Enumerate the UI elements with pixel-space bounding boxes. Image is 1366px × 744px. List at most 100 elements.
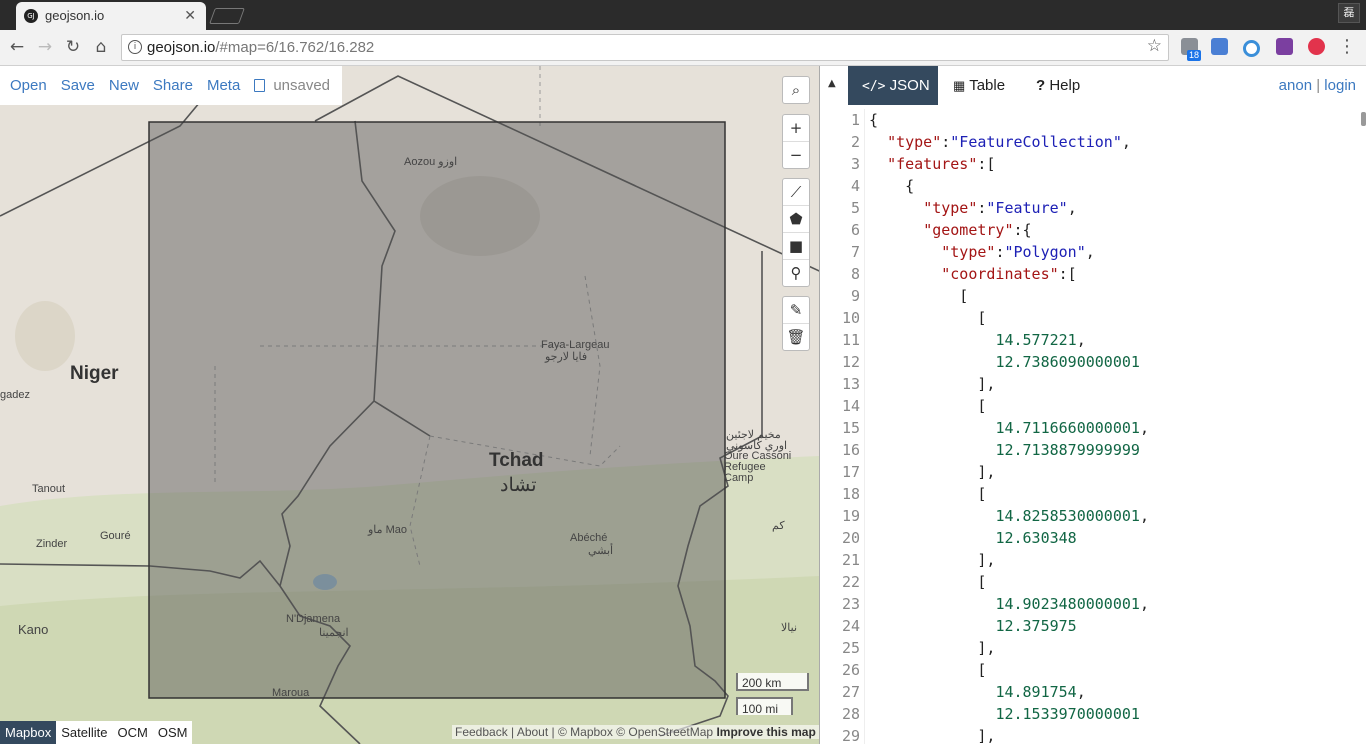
editor-scrollbar[interactable] [1361,112,1366,126]
line-number: 13 [841,375,860,393]
line-number: 16 [841,441,860,459]
new-tab-button[interactable] [209,8,245,24]
login-link[interactable]: login [1324,77,1356,94]
tab-json[interactable]: </> JSON [848,66,938,105]
window-user-button[interactable]: 磊 [1338,3,1360,23]
reload-icon[interactable]: ↻ [62,36,84,58]
map-label-camp3: Camp [724,472,754,484]
line-text: 14.8258530000001, [995,507,1149,525]
browser-tab[interactable]: GJ geojson.io ✕ [16,2,206,30]
edit-layers-icon[interactable]: ✎ [783,297,809,323]
line-text: [ [869,397,987,415]
line-number: 22 [841,573,860,591]
search-icon[interactable]: ⌕ [783,77,809,103]
circle-extension-icon[interactable] [1243,40,1260,57]
layer-satellite[interactable]: Satellite [56,721,112,744]
map-label-kum: كم [772,520,785,532]
address-bar[interactable]: i geojson.io/#map=6/16.762/16.282 ☆ [121,34,1169,61]
document-icon [254,79,266,92]
feedback-link[interactable]: Feedback [455,725,508,739]
scale-mi: 100 mi [736,697,793,716]
osm-link[interactable]: OpenStreetMap [628,725,713,739]
extension-badge: 18 [1187,50,1202,61]
onenote-extension-icon[interactable] [1276,38,1293,55]
line-number: 26 [841,661,860,679]
tab-close-icon[interactable]: ✕ [184,7,196,24]
open-button[interactable]: Open [10,77,47,94]
draw-rectangle-icon[interactable]: ■ [783,232,809,259]
draw-polygon-icon[interactable]: ⬟ [783,205,809,232]
translate-extension-icon[interactable] [1211,38,1228,55]
map-label-nyala: نيالا [781,622,798,634]
map-canvas[interactable]: Aozou اوزو Faya-Largeau فايا لارجو Niger… [0,66,819,744]
layer-mapbox[interactable]: Mapbox [0,721,57,744]
line-number: 27 [841,683,860,701]
line-number: 3 [850,155,860,173]
map-label-maroua: Maroua [272,687,310,699]
line-text: "coordinates":[ [941,265,1077,283]
about-link[interactable]: About [517,725,548,739]
line-number: 15 [841,419,860,437]
back-icon[interactable]: ← [6,36,28,58]
line-number: 10 [841,309,860,327]
site-info-icon[interactable]: i [128,40,142,54]
url-text: geojson.io/#map=6/16.762/16.282 [147,39,375,56]
tab-table[interactable]: ▦ Table [953,66,1005,105]
map-label-abeche-ar: أبشي [588,545,614,557]
save-button[interactable]: Save [61,77,95,94]
search-control: ⌕ [782,76,810,104]
line-text: "geometry":{ [923,221,1032,239]
line-text: ], [869,639,996,657]
line-text: { [869,177,915,195]
line-number: 28 [841,705,860,723]
line-text: "features":[ [887,155,996,173]
forward-icon[interactable]: → [34,36,56,58]
bookmark-star-icon[interactable]: ☆ [1147,36,1162,56]
home-icon[interactable]: ⌂ [90,36,112,58]
file-menu-bar: Open Save New Share Meta unsaved [0,66,343,105]
browser-menu-icon[interactable]: ⋮ [1338,36,1356,57]
anon-link[interactable]: anon [1279,77,1312,94]
new-button[interactable]: New [109,77,139,94]
layer-osm[interactable]: OSM [153,721,193,744]
layer-ocm[interactable]: OCM [113,721,153,744]
map-label-goure: Gouré [100,530,131,542]
line-text: [ [869,661,987,679]
mapbox-link[interactable]: Mapbox [570,725,613,739]
line-text: "type":"Feature", [923,199,1077,217]
zoom-in-button[interactable]: + [783,115,809,141]
line-number: 29 [841,727,860,744]
line-text: 14.7116660000001, [995,419,1149,437]
red-extension-icon[interactable] [1308,38,1325,55]
line-number: 17 [841,463,860,481]
auth-links: anon | login [1278,77,1356,94]
draw-line-icon[interactable]: ⟋ [783,179,809,205]
line-text: 12.7386090000001 [995,353,1140,371]
browser-tab-bar: GJ geojson.io ✕ 磊 [0,0,1366,30]
tab-help[interactable]: ? Help [1036,66,1080,105]
zoom-out-button[interactable]: − [783,141,809,168]
table-icon: ▦ [953,78,966,93]
map-label-kano: Kano [18,622,49,637]
line-text: 12.7138879999999 [995,441,1140,459]
line-text: [ [869,309,987,327]
json-editor[interactable]: 1 {2 "type":"FeatureCollection", 3 "featur… [820,109,1366,744]
line-text: 14.577221, [995,331,1086,349]
panel-header: ▲ </> JSON ▦ Table ? Help anon | login [820,66,1366,105]
share-button[interactable]: Share [153,77,193,94]
map-label-mao: ماو Mao [368,524,408,536]
meta-button[interactable]: Meta [207,77,240,94]
line-number: 7 [850,243,860,261]
map-label-agadez: gadez [0,389,30,401]
map-label-aozou: Aozou اوزو [404,156,458,168]
draw-marker-icon[interactable]: ⚲ [783,259,809,286]
delete-layers-icon[interactable]: 🗑 [783,323,809,350]
line-number: 24 [841,617,860,635]
map-attribution: Feedback | About | © Mapbox © OpenStreet… [452,725,819,739]
collapse-panel-icon[interactable]: ▲ [828,78,836,89]
line-text: 14.9023480000001, [995,595,1149,613]
line-number: 11 [841,331,860,349]
improve-map-link[interactable]: Improve this map [716,725,815,739]
map-label-tchad: Tchad [489,450,544,471]
line-number: 23 [841,595,860,613]
